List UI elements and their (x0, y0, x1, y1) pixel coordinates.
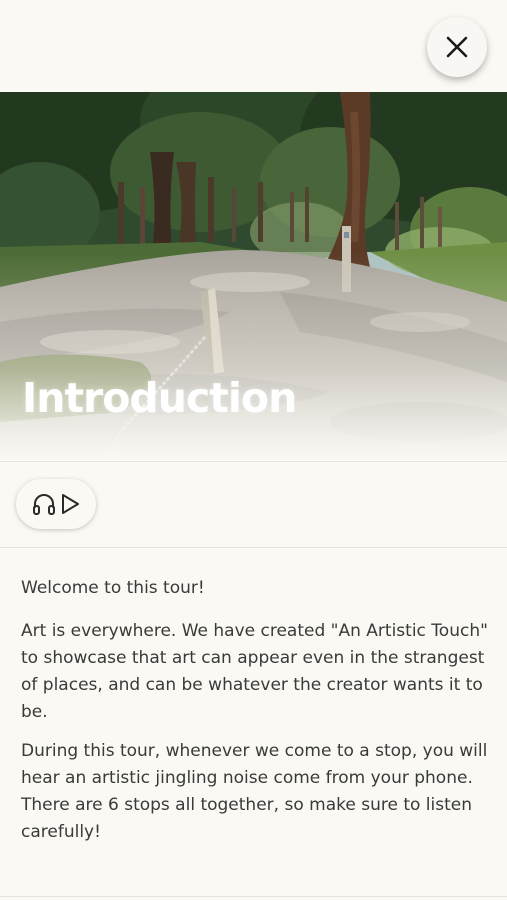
tour-stop-screen: Introduction Welcome to this tour! Art i… (0, 0, 507, 900)
paragraph-welcome: Welcome to this tour! (21, 578, 205, 598)
top-bar (0, 0, 507, 92)
headphones-icon (33, 494, 55, 515)
page-title: Introduction (22, 374, 297, 422)
paragraph-instructions: During this tour, whenever we come to a … (21, 741, 488, 842)
play-icon (62, 494, 79, 514)
divider (0, 461, 507, 462)
close-button[interactable] (427, 17, 487, 77)
tour-description: Welcome to this tour! Art is everywhere.… (21, 575, 491, 858)
close-icon (446, 36, 468, 58)
play-audio-button[interactable] (16, 479, 96, 529)
bottom-divider (0, 896, 507, 897)
divider (0, 547, 507, 548)
paragraph-intro: Art is everywhere. We have created "An A… (21, 621, 488, 722)
